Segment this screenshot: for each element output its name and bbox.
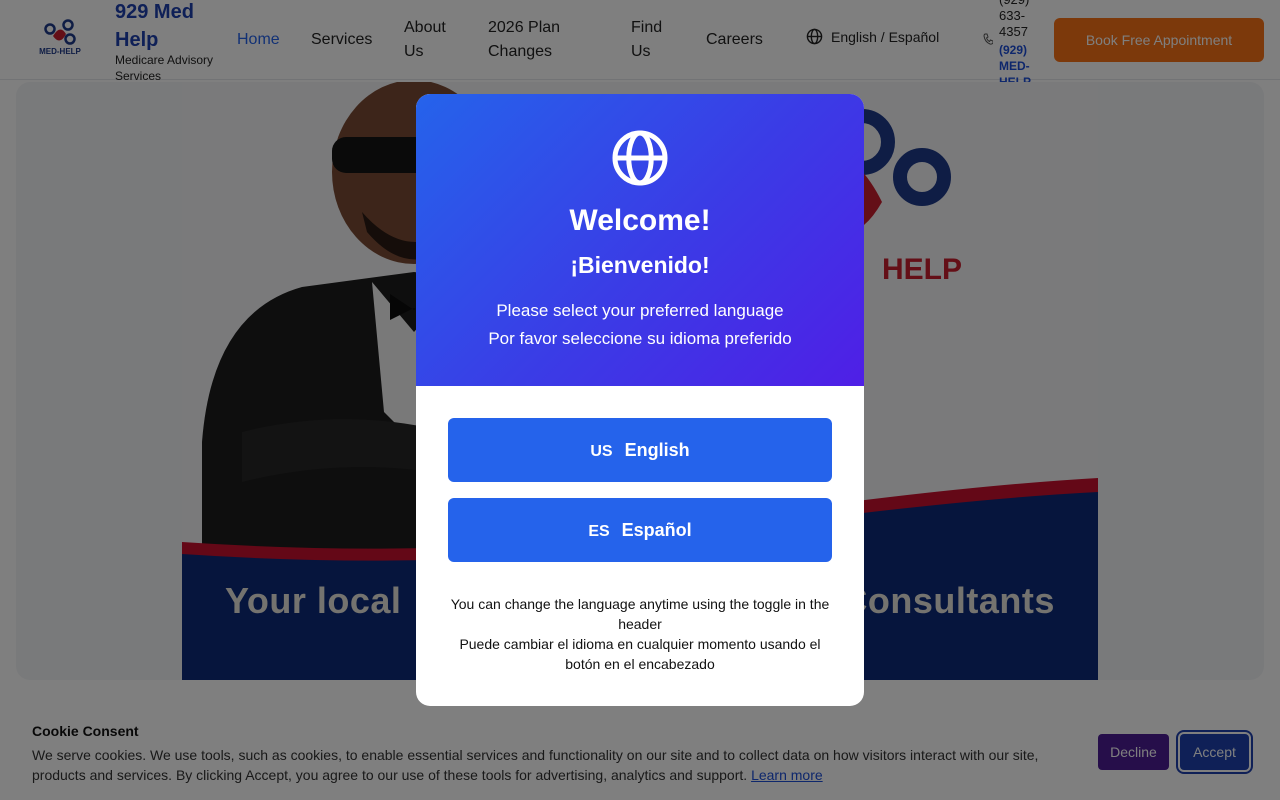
modal-title: Welcome! [569,204,711,237]
modal-header: Welcome! ¡Bienvenido! Please select your… [416,94,864,386]
espanol-button[interactable]: ES Español [448,498,832,562]
modal-title-es: ¡Bienvenido! [570,252,710,278]
espanol-label: Español [621,519,692,540]
english-button[interactable]: US English [448,418,832,482]
globe-icon [612,130,668,186]
flag-code-es: ES [588,523,610,540]
modal-note-es: Puede cambiar el idioma en cualquier mom… [459,636,821,672]
modal-note-en: You can change the language anytime usin… [450,596,830,632]
english-label: English [624,439,690,460]
modal-subtitle-en: Please select your preferred language [496,301,784,320]
flag-code-us: US [590,443,613,460]
language-modal: Welcome! ¡Bienvenido! Please select your… [416,94,864,706]
modal-subtitle-es: Por favor seleccione su idioma preferido [488,329,792,348]
